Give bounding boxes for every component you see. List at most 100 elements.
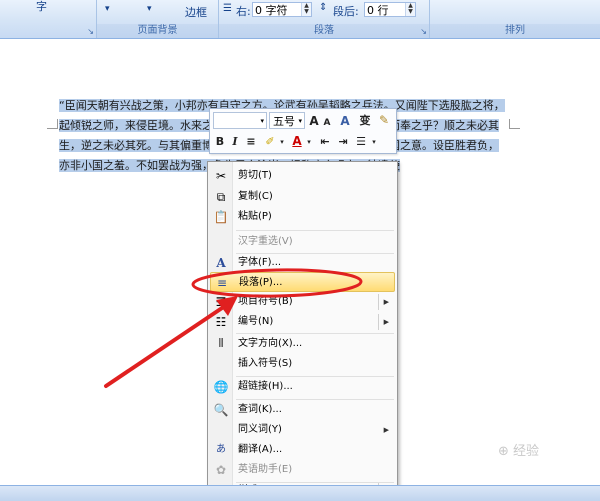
dropdown-arrow-icon[interactable]: ▾ xyxy=(278,134,286,150)
font-size-value: 五号 xyxy=(273,115,295,128)
indent-right-value: 0 字符 xyxy=(255,4,288,17)
menu-item-label: 编号(N) xyxy=(238,316,274,327)
scissors-icon: ✂ xyxy=(215,169,227,183)
styles-button[interactable]: A xyxy=(336,113,354,129)
menu-item-reconvert[interactable]: 汉字重选(V) xyxy=(210,232,395,252)
page-borders-button[interactable]: 边框 xyxy=(185,4,207,20)
menu-item-hyperlink[interactable]: 🌐 超链接(H)... xyxy=(210,377,395,397)
dropdown-arrow-icon[interactable]: ▾ xyxy=(105,4,110,14)
menu-item-bullets[interactable]: ☰ 项目符号(B) ▶ xyxy=(210,292,395,312)
translate-icon: あ xyxy=(216,444,226,455)
indent-right-icon: ☰ xyxy=(223,3,232,14)
increase-indent-icon[interactable]: ⇥ xyxy=(336,134,350,150)
menu-item-synonyms[interactable]: 同义词(Y) ▶ xyxy=(210,420,395,440)
copy-icon: ⧉ xyxy=(216,190,226,204)
bold-button[interactable]: B xyxy=(214,134,226,150)
text-direction-icon: ⫼ xyxy=(218,338,224,349)
spin-arrows-icon[interactable]: ▲ ▼ xyxy=(405,3,415,16)
font-name-combo[interactable]: ▾ xyxy=(213,112,267,129)
menu-item-cut[interactable]: ✂ 剪切(T) xyxy=(210,166,395,186)
paragraph-icon: ≡ xyxy=(216,276,228,290)
grow-font-button[interactable]: A xyxy=(308,113,320,129)
bullets-icon[interactable]: ☰ xyxy=(354,134,368,150)
menu-item-text-direction[interactable]: ⫼ 文字方向(X)... xyxy=(210,334,395,354)
ribbon-group-font: 字 ↘ xyxy=(0,0,97,38)
dropdown-arrow-icon[interactable]: ▾ xyxy=(147,4,152,14)
menu-item-numbering[interactable]: ☷ 编号(N) ▶ xyxy=(210,312,395,332)
menu-item-label: 文字方向(X)... xyxy=(238,338,303,349)
ribbon-group-paragraph: ☰ 右: 0 字符 ▲ ▼ ⇕ 段后: 0 行 ▲ ▼ 段落 ↘ xyxy=(219,0,430,38)
menu-item-label: 汉字重选(V) xyxy=(238,236,293,247)
dropdown-arrow-icon[interactable]: ▾ xyxy=(305,134,313,150)
submenu-arrow-icon: ▶ xyxy=(383,426,389,434)
hyperlink-icon: 🌐 xyxy=(213,380,229,394)
menu-item-label: 剪切(T) xyxy=(238,170,272,181)
ribbon-group-arrange: 排列 xyxy=(430,0,600,38)
dropdown-arrow-icon: ▾ xyxy=(298,117,302,125)
margin-mark xyxy=(510,128,520,129)
menu-item-translate[interactable]: あ 翻译(A)... xyxy=(210,440,395,460)
menu-item-label: 段落(P)... xyxy=(239,277,283,288)
font-icon: A xyxy=(216,256,226,270)
menu-item-label: 粘贴(P) xyxy=(238,211,272,222)
status-bar xyxy=(0,485,600,501)
menu-item-label: 字体(F)... xyxy=(238,257,282,268)
menu-item-insert-symbol[interactable]: 插入符号(S) xyxy=(210,354,395,374)
bullets-icon: ☰ xyxy=(215,295,227,309)
font-size-combo[interactable]: 五号 ▾ xyxy=(269,112,305,129)
indent-right-label: 右: xyxy=(236,5,251,18)
context-menu: ✂ 剪切(T) ⧉ 复制(C) 📋 粘贴(P) 汉字重选(V) A 字体(F).… xyxy=(207,161,398,500)
phonetic-guide-button[interactable]: 变 xyxy=(358,113,372,129)
group-label-arrange: 排列 xyxy=(430,24,600,38)
spacing-after-value: 0 行 xyxy=(367,4,389,17)
shrink-font-button[interactable]: A xyxy=(322,115,332,131)
group-launcher-icon[interactable]: ↘ xyxy=(87,27,94,36)
margin-mark xyxy=(47,128,57,129)
menu-item-copy[interactable]: ⧉ 复制(C) xyxy=(210,187,395,207)
submenu-arrow-icon: ▶ xyxy=(383,298,389,306)
menu-item-label: 超链接(H)... xyxy=(238,381,293,392)
dropdown-arrow-icon: ▾ xyxy=(260,117,264,125)
numbering-icon: ☷ xyxy=(215,315,227,329)
menu-item-english-assistant[interactable]: ✿ 英语助手(E) xyxy=(210,460,395,480)
highlight-color-icon[interactable]: ✐ xyxy=(262,134,278,150)
format-painter-icon[interactable]: ✎ xyxy=(376,112,392,128)
english-assistant-icon: ✿ xyxy=(215,463,227,477)
margin-mark xyxy=(57,119,58,129)
font-color-button[interactable]: A xyxy=(290,133,304,149)
lookup-icon: 🔍 xyxy=(213,403,229,417)
menu-item-font[interactable]: A 字体(F)... xyxy=(210,253,395,273)
spin-arrows-icon[interactable]: ▲ ▼ xyxy=(301,3,311,16)
menu-item-label: 同义词(Y) xyxy=(238,424,282,435)
menu-separator xyxy=(236,230,394,231)
submenu-divider xyxy=(378,314,379,330)
decrease-indent-icon[interactable]: ⇤ xyxy=(318,134,332,150)
submenu-divider xyxy=(378,294,379,310)
menu-item-label: 复制(C) xyxy=(238,191,273,202)
group-launcher-icon[interactable]: ↘ xyxy=(420,27,427,36)
paste-icon: 📋 xyxy=(213,210,229,224)
menu-item-paste[interactable]: 📋 粘贴(P) xyxy=(210,207,395,227)
menu-item-label: 翻译(A)... xyxy=(238,444,283,455)
menu-item-label: 插入符号(S) xyxy=(238,358,293,369)
group-label-page-background: 页面背景 xyxy=(97,24,218,38)
menu-item-lookup[interactable]: 🔍 查词(K)... xyxy=(210,400,395,420)
menu-item-label: 项目符号(B) xyxy=(238,296,293,307)
menu-item-label: 查词(K)... xyxy=(238,404,282,415)
ribbon-button-text[interactable]: 字 xyxy=(36,0,47,14)
spacing-after-input[interactable]: 0 行 ▲ ▼ xyxy=(364,2,416,17)
watermark-logo: ⊕ 经验 xyxy=(498,444,540,459)
center-align-icon[interactable]: ≡ xyxy=(244,134,258,150)
indent-right-input[interactable]: 0 字符 ▲ ▼ xyxy=(252,2,312,17)
mini-toolbar: ▾ 五号 ▾ A A A 变 ✎ B I ≡ ✐ ▾ A ▾ ⇤ ⇥ ☰ ▾ xyxy=(209,108,397,154)
submenu-arrow-icon: ▶ xyxy=(383,318,389,326)
ribbon-group-page-background: ▾ ▾ 边框 页面背景 xyxy=(97,0,219,38)
italic-button[interactable]: I xyxy=(230,134,240,150)
spacing-after-label: 段后: xyxy=(333,5,359,18)
dropdown-arrow-icon[interactable]: ▾ xyxy=(370,134,378,150)
spacing-after-icon: ⇕ xyxy=(319,2,328,13)
ribbon: 字 ↘ ▾ ▾ 边框 页面背景 ☰ 右: 0 字符 ▲ ▼ ⇕ 段后: 0 行 ▲… xyxy=(0,0,600,39)
menu-item-paragraph[interactable]: ≡ 段落(P)... xyxy=(210,272,395,292)
menu-item-label: 英语助手(E) xyxy=(238,464,293,475)
group-label-paragraph: 段落 xyxy=(219,24,429,38)
